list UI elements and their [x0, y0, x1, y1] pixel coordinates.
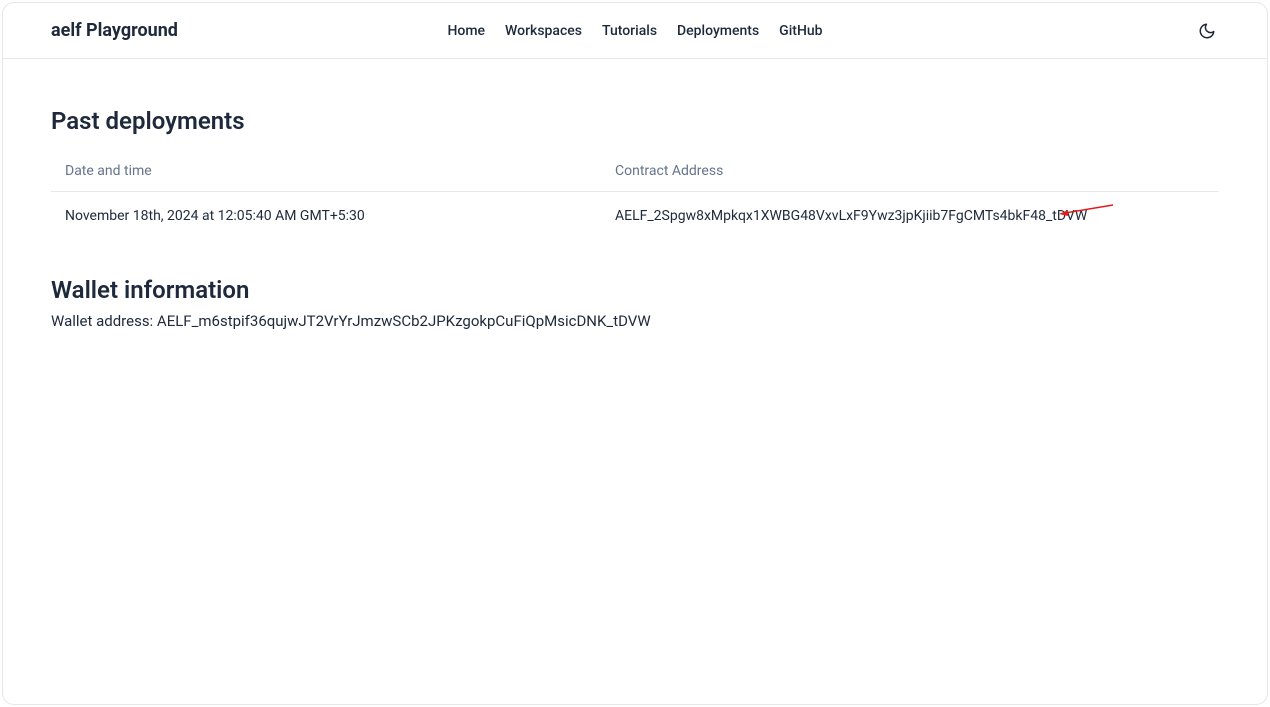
wallet-address-value: AELF_m6stpif36qujwJT2VrYrJmzwSCb2JPKzgok… — [157, 312, 651, 330]
wallet-address: Wallet address: AELF_m6stpif36qujwJT2VrY… — [51, 312, 1219, 330]
nav-home[interactable]: Home — [447, 23, 485, 39]
theme-toggle-button[interactable] — [1195, 19, 1219, 43]
nav-deployments[interactable]: Deployments — [677, 23, 759, 39]
deployments-title: Past deployments — [51, 107, 1219, 135]
table-header: Date and time Contract Address — [51, 151, 1219, 192]
wallet-title: Wallet information — [51, 276, 1219, 304]
header: aelf Playground Home Workspaces Tutorial… — [3, 3, 1267, 59]
nav-tutorials[interactable]: Tutorials — [602, 23, 657, 39]
moon-icon — [1198, 22, 1216, 40]
main-nav: Home Workspaces Tutorials Deployments Gi… — [447, 23, 822, 39]
column-address: Contract Address — [615, 163, 1205, 179]
main-content: Past deployments Date and time Contract … — [3, 59, 1267, 330]
deployments-table: Date and time Contract Address November … — [51, 151, 1219, 240]
wallet-address-label: Wallet address: — [51, 312, 157, 330]
nav-workspaces[interactable]: Workspaces — [505, 23, 582, 39]
nav-github[interactable]: GitHub — [779, 23, 822, 39]
table-row: November 18th, 2024 at 12:05:40 AM GMT+5… — [51, 192, 1219, 240]
deployments-section: Past deployments Date and time Contract … — [51, 107, 1219, 240]
brand-logo[interactable]: aelf Playground — [51, 20, 178, 41]
cell-address: AELF_2Spgw8xMpkqx1XWBG48VxvLxF9Ywz3jpKji… — [615, 208, 1205, 224]
column-datetime: Date and time — [65, 163, 615, 179]
cell-datetime: November 18th, 2024 at 12:05:40 AM GMT+5… — [65, 208, 615, 224]
wallet-section: Wallet information Wallet address: AELF_… — [51, 276, 1219, 330]
